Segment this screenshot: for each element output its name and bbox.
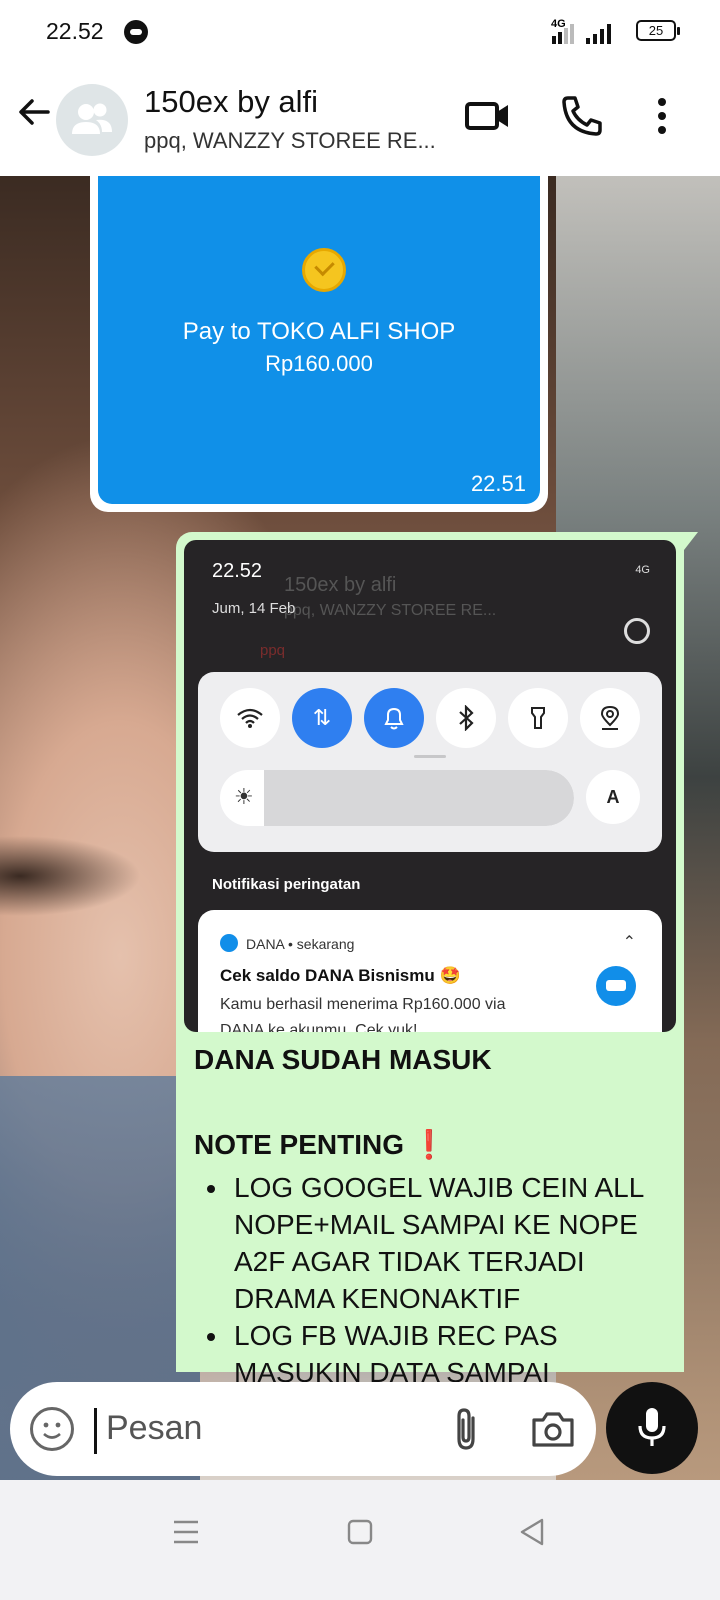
message-bullet-list: LOG GOOGEL WAJIB CEIN ALL NOPE+MAIL SAMP… [194,1169,674,1391]
voice-message-button[interactable] [606,1382,698,1474]
status-time: 22.52 [46,18,104,44]
microphone-icon [638,1408,666,1446]
list-item: LOG GOOGEL WAJIB CEIN ALL NOPE+MAIL SAMP… [230,1169,674,1317]
notification-section-title: Notifikasi peringatan [212,876,361,893]
payee-text: Pay to TOKO ALFI SHOP [182,318,456,345]
chat-header: 150ex by alfi ppq, WANZZY STOREE RE... [0,64,720,176]
wifi-icon [220,688,280,748]
chat-title[interactable]: 150ex by alfi [144,84,318,120]
recents-menu-icon[interactable] [166,1512,206,1552]
screenshot-date: Jum, 14 Feb [212,600,296,617]
panel-handle [414,755,446,758]
bluetooth-icon [436,688,496,748]
success-coin-icon [302,248,346,292]
notification-screenshot-image[interactable]: 150ex by alfi ppq, WANZZY STOREE RE... p… [184,540,676,1032]
outgoing-message-bubble[interactable]: 150ex by alfi ppq, WANZZY STOREE RE... p… [176,532,698,1388]
auto-brightness-button: A [586,770,640,824]
home-icon[interactable] [340,1512,380,1552]
list-item: LOG FB WAJIB REC PAS MASUKIN DATA SAMPAI [230,1317,674,1391]
signal-2-icon [586,20,616,44]
collapse-chevron-icon: ⌃ [622,934,636,951]
message-line-2: NOTE PENTING ❗ [194,1129,447,1160]
camera-icon[interactable] [530,1408,576,1450]
text-cursor [94,1408,97,1454]
video-call-icon[interactable] [462,90,514,142]
flashlight-icon [508,688,568,748]
chat-participants[interactable]: ppq, WANZZY STOREE RE... [144,128,436,154]
notification-body-line-1: Kamu berhasil menerima Rp160.000 via [220,996,506,1013]
settings-gear-icon [624,618,650,644]
brightness-icon: ☀ [234,784,254,809]
more-options-icon[interactable] [636,90,688,142]
exclamation-icon: ❗ [411,1129,447,1160]
image-message-bubble[interactable]: Pay to TOKO ALFI SHOP Rp160.000 22.51 [90,176,548,512]
payment-amount: Rp160.000 [265,351,373,376]
brightness-slider: ☀ [220,770,574,826]
payment-receipt-image[interactable]: Pay to TOKO ALFI SHOP Rp160.000 22.51 [98,176,540,504]
system-navigation-bar [0,1480,720,1600]
dana-notification-card: DANA • sekarang ⌃ Cek saldo DANA Bisnism… [198,910,662,1032]
notification-body-line-2: DANA ke akunmu. Cek yuk! [220,1022,418,1032]
dana-logo-icon [596,966,636,1006]
battery-icon: 25 [636,20,680,41]
signal-icon [548,20,578,44]
location-icon [580,688,640,748]
screenshot-time: 22.52 [212,560,263,582]
group-icon [72,103,112,134]
status-bar: 22.52 4G 25 [0,0,720,64]
bell-icon [364,688,424,748]
sticker-icon[interactable] [30,1407,74,1451]
attach-icon[interactable] [446,1406,486,1452]
group-avatar[interactable] [56,84,128,156]
back-triangle-icon[interactable] [512,1512,552,1552]
dana-app-icon [220,934,238,952]
message-input[interactable]: Pesan [106,1409,202,1448]
mobile-data-icon: ⇅ [292,688,352,748]
back-arrow-icon[interactable] [16,94,52,130]
quick-settings-panel: ⇅ ☀ A [198,672,662,852]
message-input-bar[interactable]: Pesan [10,1382,596,1476]
screenshot-status-icons: 4G [635,564,650,576]
ghost-chat-subtitle: ppq, WANZZY STOREE RE... [284,602,497,619]
voice-call-icon[interactable] [556,90,608,142]
message-text: DANA SUDAH MASUK NOTE PENTING ❗ LOG GOOG… [194,1044,674,1391]
ghost-sender: ppq [260,642,286,659]
notification-title: Cek saldo DANA Bisnismu 🤩 [220,966,461,985]
message-line-1: DANA SUDAH MASUK [194,1044,492,1075]
notification-app: DANA • sekarang [246,936,355,952]
notification-icon [124,20,148,44]
ghost-chat-title: 150ex by alfi [284,574,397,596]
message-timestamp: 22.51 [470,471,526,496]
